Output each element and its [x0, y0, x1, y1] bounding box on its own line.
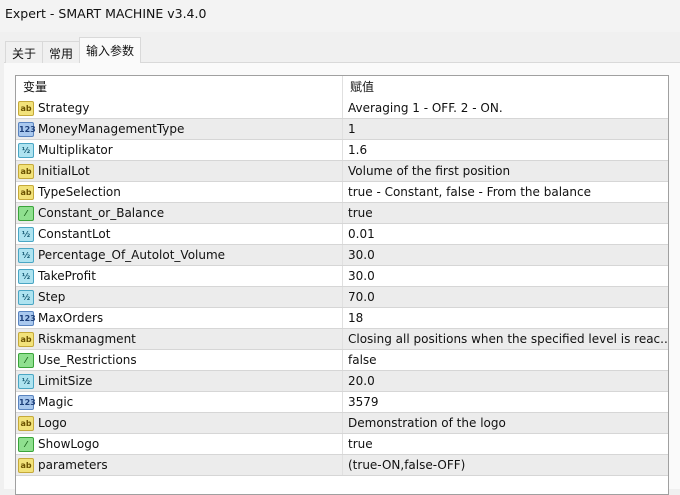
- parameter-value[interactable]: 1.6: [342, 140, 668, 160]
- double-type-icon: ½: [18, 373, 34, 389]
- table-row[interactable]: ½ TakeProfit 30.0: [16, 266, 668, 287]
- parameter-name-cell: ab parameters: [16, 455, 342, 475]
- parameter-name: Riskmanagment: [38, 332, 136, 346]
- parameters-table: 变量 赋值 ab Strategy Averaging 1 - OFF. 2 - O…: [15, 75, 669, 495]
- bool-type-icon: ⁄: [18, 436, 34, 452]
- parameter-name: MoneyManagementType: [38, 122, 185, 136]
- parameter-name: Percentage_Of_Autolot_Volume: [38, 248, 226, 262]
- integer-type-icon: 123: [18, 310, 36, 326]
- parameter-name: Multiplikator: [38, 143, 113, 157]
- parameter-name: Use_Restrictions: [38, 353, 137, 367]
- parameter-name-cell: ⁄ Use_Restrictions: [16, 350, 342, 370]
- parameter-name-cell: ½ Multiplikator: [16, 140, 342, 160]
- table-row[interactable]: ½ Multiplikator 1.6: [16, 140, 668, 161]
- table-row[interactable]: ab parameters (true-ON,false-OFF): [16, 455, 668, 476]
- table-row[interactable]: ½ ConstantLot 0.01: [16, 224, 668, 245]
- parameter-value[interactable]: true: [342, 434, 668, 454]
- parameter-name: TakeProfit: [38, 269, 96, 283]
- string-type-icon: ab: [18, 184, 34, 200]
- parameter-value[interactable]: 30.0: [342, 266, 668, 286]
- parameter-value[interactable]: Volume of the first position: [342, 161, 668, 181]
- parameter-name-cell: ½ LimitSize: [16, 371, 342, 391]
- column-header-value[interactable]: 赋值: [342, 76, 668, 98]
- parameter-name: Magic: [38, 395, 74, 409]
- parameter-name: Strategy: [38, 101, 90, 115]
- tab-inputs[interactable]: 输入参数: [79, 37, 142, 63]
- parameter-name-cell: 123 MoneyManagementType: [16, 119, 342, 139]
- double-type-icon: ½: [18, 226, 34, 242]
- parameter-name-cell: 123 MaxOrders: [16, 308, 342, 328]
- parameter-name-cell: ab Strategy: [16, 98, 342, 118]
- table-row[interactable]: ab Riskmanagment Closing all positions whe…: [16, 329, 668, 350]
- integer-type-icon: 123: [18, 394, 36, 410]
- table-row[interactable]: 123 Magic 3579: [16, 392, 668, 413]
- parameter-value[interactable]: true: [342, 203, 668, 223]
- parameter-name: MaxOrders: [38, 311, 104, 325]
- parameter-value[interactable]: 18: [342, 308, 668, 328]
- parameter-value[interactable]: Demonstration of the logo: [342, 413, 668, 433]
- table-header: 变量 赋值: [16, 76, 668, 98]
- integer-type-icon: 123: [18, 121, 36, 137]
- table-row[interactable]: ⁄ ShowLogo true: [16, 434, 668, 455]
- string-type-icon: ab: [18, 457, 34, 473]
- table-row[interactable]: ½ Step 70.0: [16, 287, 668, 308]
- double-type-icon: ½: [18, 142, 34, 158]
- table-row[interactable]: ½ Percentage_Of_Autolot_Volume 30.0: [16, 245, 668, 266]
- bool-type-icon: ⁄: [18, 205, 34, 221]
- parameter-name: TypeSelection: [38, 185, 121, 199]
- parameter-value[interactable]: true - Constant, false - From the balanc…: [342, 182, 668, 202]
- table-row[interactable]: ab Strategy Averaging 1 - OFF. 2 - ON.: [16, 98, 668, 119]
- parameter-name-cell: ⁄ ShowLogo: [16, 434, 342, 454]
- parameter-name-cell: ½ Step: [16, 287, 342, 307]
- parameter-name-cell: ab Logo: [16, 413, 342, 433]
- tab-bar: 关于 常用 输入参数: [5, 37, 142, 63]
- parameter-value[interactable]: 3579: [342, 392, 668, 412]
- parameter-value[interactable]: Closing all positions when the specified…: [342, 329, 668, 349]
- parameter-name-cell: ab InitialLot: [16, 161, 342, 181]
- parameter-value[interactable]: 1: [342, 119, 668, 139]
- parameter-name: parameters: [38, 458, 108, 472]
- double-type-icon: ½: [18, 289, 34, 305]
- column-header-variable[interactable]: 变量: [16, 76, 342, 98]
- string-type-icon: ab: [18, 100, 34, 116]
- parameter-name: ConstantLot: [38, 227, 111, 241]
- string-type-icon: ab: [18, 415, 34, 431]
- table-row[interactable]: ½ LimitSize 20.0: [16, 371, 668, 392]
- parameter-name: Constant_or_Balance: [38, 206, 165, 220]
- parameter-name-cell: ½ Percentage_Of_Autolot_Volume: [16, 245, 342, 265]
- parameter-name-cell: 123 Magic: [16, 392, 342, 412]
- parameter-name-cell: ⁄ Constant_or_Balance: [16, 203, 342, 223]
- bool-type-icon: ⁄: [18, 352, 34, 368]
- table-row[interactable]: ⁄ Use_Restrictions false: [16, 350, 668, 371]
- parameter-name: Step: [38, 290, 66, 304]
- parameter-name-cell: ½ ConstantLot: [16, 224, 342, 244]
- parameter-name: LimitSize: [38, 374, 93, 388]
- string-type-icon: ab: [18, 331, 34, 347]
- table-row[interactable]: 123 MoneyManagementType 1: [16, 119, 668, 140]
- parameter-name-cell: ab TypeSelection: [16, 182, 342, 202]
- parameter-value[interactable]: 30.0: [342, 245, 668, 265]
- table-row[interactable]: ab TypeSelection true - Constant, false - …: [16, 182, 668, 203]
- window-title: Expert - SMART MACHINE v3.4.0: [0, 0, 680, 32]
- parameter-value[interactable]: 70.0: [342, 287, 668, 307]
- table-row[interactable]: ab InitialLot Volume of the first position: [16, 161, 668, 182]
- tab-about[interactable]: 关于: [5, 41, 44, 63]
- tab-common[interactable]: 常用: [42, 41, 81, 63]
- parameter-value[interactable]: 0.01: [342, 224, 668, 244]
- string-type-icon: ab: [18, 163, 34, 179]
- parameter-name-cell: ½ TakeProfit: [16, 266, 342, 286]
- table-row[interactable]: 123 MaxOrders 18: [16, 308, 668, 329]
- table-row[interactable]: ab Logo Demonstration of the logo: [16, 413, 668, 434]
- parameter-value[interactable]: 20.0: [342, 371, 668, 391]
- double-type-icon: ½: [18, 247, 34, 263]
- table-row[interactable]: ⁄ Constant_or_Balance true: [16, 203, 668, 224]
- parameter-name: Logo: [38, 416, 67, 430]
- parameter-value[interactable]: (true-ON,false-OFF): [342, 455, 668, 475]
- double-type-icon: ½: [18, 268, 34, 284]
- parameter-value[interactable]: Averaging 1 - OFF. 2 - ON.: [342, 98, 668, 118]
- parameter-name: ShowLogo: [38, 437, 100, 451]
- parameter-name-cell: ab Riskmanagment: [16, 329, 342, 349]
- parameter-value[interactable]: false: [342, 350, 668, 370]
- parameter-name: InitialLot: [38, 164, 90, 178]
